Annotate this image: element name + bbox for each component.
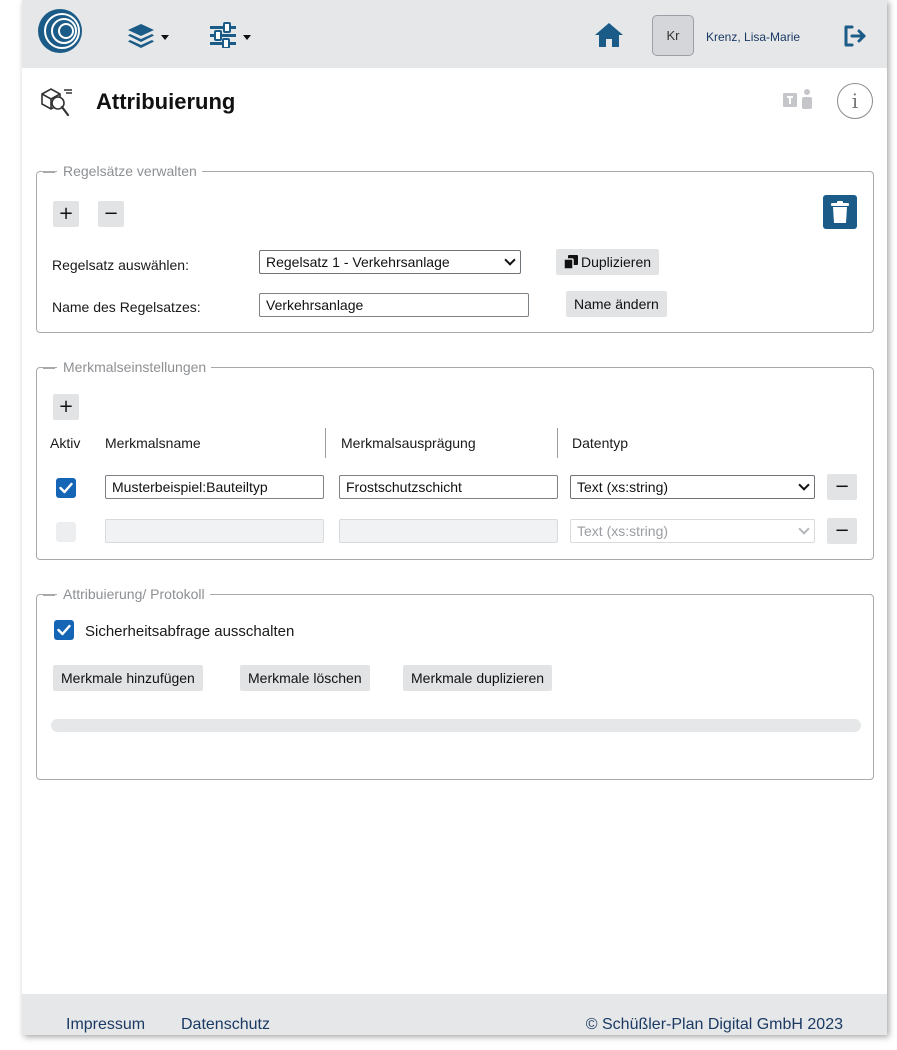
ruleset-name-value: Verkehrsanlage — [266, 297, 364, 313]
delete-features-label: Merkmale löschen — [248, 670, 362, 686]
ruleset-legend: Regelsätze verwalten — [43, 163, 202, 179]
column-separator[interactable] — [557, 428, 558, 458]
duplicate-features-button[interactable]: Merkmale duplizieren — [403, 665, 553, 691]
chevron-down-icon — [504, 254, 516, 266]
progress-bar — [51, 719, 861, 732]
privacy-link[interactable]: Datenschutz — [181, 1016, 270, 1034]
feature-name-input[interactable] — [105, 519, 324, 543]
company-logo[interactable] — [37, 8, 83, 54]
add-ruleset-button[interactable]: + — [53, 201, 79, 227]
sliders-icon — [210, 22, 236, 48]
protocol-legend: Attribuierung/ Protokoll — [43, 586, 210, 602]
protocol-panel: Attribuierung/ Protokoll Sicherheitsabfr… — [36, 586, 874, 780]
column-active: Aktiv — [50, 435, 81, 451]
user-name[interactable]: Krenz, Lisa-Marie — [706, 30, 800, 44]
logout-icon[interactable] — [842, 24, 868, 48]
rename-ruleset-button[interactable]: Name ändern — [566, 291, 667, 317]
feature-name-input[interactable]: Musterbeispiel:Bauteiltyp — [105, 475, 324, 499]
chevron-down-icon — [798, 523, 810, 535]
add-features-button[interactable]: Merkmale hinzufügen — [53, 665, 203, 691]
teams-icon[interactable] — [782, 88, 818, 112]
ruleset-panel: Regelsätze verwalten + − Regelsatz auswä… — [36, 163, 874, 333]
ruleset-select-value: Regelsatz 1 - Verkehrsanlage — [266, 254, 450, 270]
rename-label: Name ändern — [574, 296, 659, 312]
feature-value-value: Frostschutzschicht — [346, 479, 462, 495]
ruleset-select-label: Regelsatz auswählen: — [52, 257, 189, 273]
remove-feature-button[interactable]: − — [827, 474, 857, 500]
column-feature-name: Merkmalsname — [105, 435, 201, 451]
info-icon[interactable]: i — [837, 83, 873, 119]
info-glyph: i — [851, 89, 859, 113]
impressum-link[interactable]: Impressum — [66, 1016, 145, 1034]
chevron-down-icon — [161, 34, 169, 40]
feature-active-checkbox[interactable] — [56, 478, 76, 498]
feature-panel: Merkmalseinstellungen + Aktiv Merkmalsna… — [36, 359, 874, 560]
feature-datatype-select[interactable]: Text (xs:string) — [570, 519, 815, 543]
delete-ruleset-button[interactable] — [823, 195, 857, 229]
duplicate-label: Duplizieren — [581, 254, 652, 270]
avatar[interactable]: Kr — [652, 15, 694, 56]
home-icon[interactable] — [594, 22, 624, 48]
settings-menu-button[interactable] — [208, 20, 251, 50]
ruleset-select[interactable]: Regelsatz 1 - Verkehrsanlage — [259, 250, 521, 274]
layers-icon — [128, 24, 154, 48]
feature-legend: Merkmalseinstellungen — [42, 359, 212, 375]
attribution-icon — [41, 88, 72, 117]
delete-features-button[interactable]: Merkmale löschen — [240, 665, 370, 691]
trash-icon — [831, 201, 849, 223]
safety-check-label[interactable]: Sicherheitsabfrage ausschalten — [85, 623, 294, 640]
feature-active-checkbox[interactable] — [56, 522, 76, 542]
remove-feature-button[interactable]: − — [827, 518, 857, 544]
feature-name-value: Musterbeispiel:Bauteiltyp — [112, 479, 268, 495]
feature-datatype-value: Text (xs:string) — [577, 479, 669, 495]
ruleset-name-input[interactable]: Verkehrsanlage — [259, 293, 529, 317]
copy-icon — [564, 255, 578, 269]
safety-check-checkbox[interactable] — [54, 620, 74, 640]
feature-value-input[interactable] — [339, 519, 558, 543]
checkmark-icon — [59, 482, 73, 494]
copyright: © Schüßler-Plan Digital GmbH 2023 — [585, 1016, 843, 1033]
chevron-down-icon — [798, 479, 810, 491]
duplicate-features-label: Merkmale duplizieren — [411, 670, 545, 686]
feature-value-input[interactable]: Frostschutzschicht — [339, 475, 558, 499]
add-feature-button[interactable]: + — [53, 394, 79, 420]
layers-menu-button[interactable] — [126, 20, 169, 50]
avatar-initials: Kr — [666, 28, 680, 43]
column-separator[interactable] — [325, 428, 326, 458]
page-title: Attribuierung — [96, 89, 236, 114]
feature-datatype-value: Text (xs:string) — [577, 523, 669, 539]
column-feature-value: Merkmalsausprägung — [341, 435, 476, 451]
duplicate-ruleset-button[interactable]: Duplizieren — [556, 249, 660, 275]
footer: Impressum Datenschutz © Schüßler-Plan Di… — [22, 994, 887, 1035]
checkmark-icon — [57, 624, 71, 636]
app-window: Kr Krenz, Lisa-Marie Attribuierung i Reg… — [22, 0, 887, 1035]
top-bar: Kr Krenz, Lisa-Marie — [22, 0, 887, 68]
remove-ruleset-button[interactable]: − — [98, 201, 124, 227]
column-datatype: Datentyp — [572, 435, 629, 451]
chevron-down-icon — [243, 34, 251, 40]
add-features-label: Merkmale hinzufügen — [61, 670, 195, 686]
ruleset-name-label: Name des Regelsatzes: — [52, 299, 201, 315]
feature-datatype-select[interactable]: Text (xs:string) — [570, 475, 815, 499]
